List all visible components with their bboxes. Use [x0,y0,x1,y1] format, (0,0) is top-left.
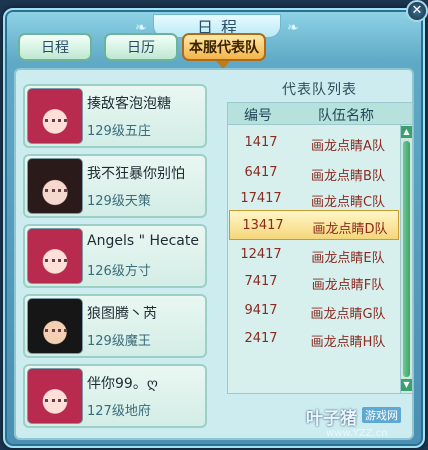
team-code: 1417 [244,135,278,150]
team-row[interactable]: 7417 画龙点睛F队 [228,267,400,297]
team-name: 画龙点睛H队 [310,335,386,350]
tab-calendar[interactable]: 日历 [104,33,178,61]
scroll-thumb[interactable] [403,141,410,377]
red-hair-girl-avatar [27,228,83,284]
tab-calendar-label: 日历 [127,40,155,56]
team-list-header: 编号 队伍名称 [228,103,412,125]
red-hair-girl-avatar [27,88,83,144]
team-row[interactable]: 2417 画龙点睛H队 [228,324,400,354]
player-level: 129级魔王 [87,334,151,349]
tab-server-representatives-label: 本服代表队 [189,40,259,56]
tab-schedule-label: 日程 [41,40,69,56]
team-code: 2417 [244,331,278,346]
player-level: 129级天策 [87,194,151,209]
tab-schedule[interactable]: 日程 [18,33,92,61]
team-code: 6417 [244,165,278,180]
header-code: 编号 [244,108,272,124]
team-code: 12417 [240,247,282,262]
arrow-down-icon: ▼ [403,380,410,389]
team-list: 编号 队伍名称 1417 画龙点睛A队 6417 画龙点睛B队 17417 画龙… [227,102,413,394]
team-name: 画龙点睛D队 [312,222,388,237]
close-icon: ✕ [411,3,423,18]
scroll-down-button[interactable]: ▼ [401,379,412,391]
team-code: 13417 [242,218,284,233]
team-code: 17417 [240,191,282,206]
player-name: 狼图腾丶芮 [87,306,157,322]
player-card[interactable]: 我不狂暴你别怕 129级天策 [23,154,207,218]
team-name: 画龙点睛C队 [310,195,386,210]
dark-hair-boy-avatar [27,298,83,354]
watermark-sub-text: 游戏网 [362,407,401,423]
player-name: 我不狂暴你别怕 [87,166,185,182]
player-name: 揍敌客泡泡糖 [87,96,171,112]
close-button[interactable]: ✕ [406,0,428,22]
player-card[interactable]: 伴你99。ღ 127级地府 [23,364,207,428]
team-name: 画龙点睛B队 [311,169,385,184]
team-name: 画龙点睛G队 [310,307,386,322]
tab-server-representatives[interactable]: 本服代表队 [182,33,266,61]
player-card[interactable]: 揍敌客泡泡糖 129级五庄 [23,84,207,148]
watermark-logo-text: 叶子猪 [306,409,357,429]
team-row[interactable]: 9417 画龙点睛G队 [228,296,400,326]
team-row-selected[interactable]: 13417 画龙点睛D队 [229,210,399,240]
header-team-name: 队伍名称 [318,108,374,124]
player-name: Angels " Hecate [87,233,199,249]
player-level: 129级五庄 [87,124,151,139]
team-row[interactable]: 12417 画龙点睛E队 [228,240,400,270]
player-level: 127级地府 [87,404,151,419]
swirl-ornament-right-icon: ❧ [287,20,299,36]
demon-horn-girl-avatar [27,158,83,214]
team-code: 9417 [244,303,278,318]
red-hair-girl-avatar [27,368,83,424]
player-level: 126级方寸 [87,264,151,279]
watermark-url: www.YZZ.cn [326,428,388,439]
arrow-up-icon: ▲ [403,127,410,136]
team-name: 画龙点睛A队 [311,139,385,154]
team-name: 画龙点睛F队 [311,278,385,293]
team-row[interactable]: 1417 画龙点睛A队 [228,128,400,158]
team-code: 7417 [244,274,278,289]
team-name: 画龙点睛E队 [311,251,385,266]
team-list-scrollbar[interactable]: ▲ ▼ [400,125,412,393]
player-name: 伴你99。ღ [87,376,158,392]
scroll-up-button[interactable]: ▲ [401,126,412,138]
team-list-title: 代表队列表 [282,82,357,98]
player-card[interactable]: Angels " Hecate 126级方寸 [23,224,207,288]
player-card[interactable]: 狼图腾丶芮 129级魔王 [23,294,207,358]
